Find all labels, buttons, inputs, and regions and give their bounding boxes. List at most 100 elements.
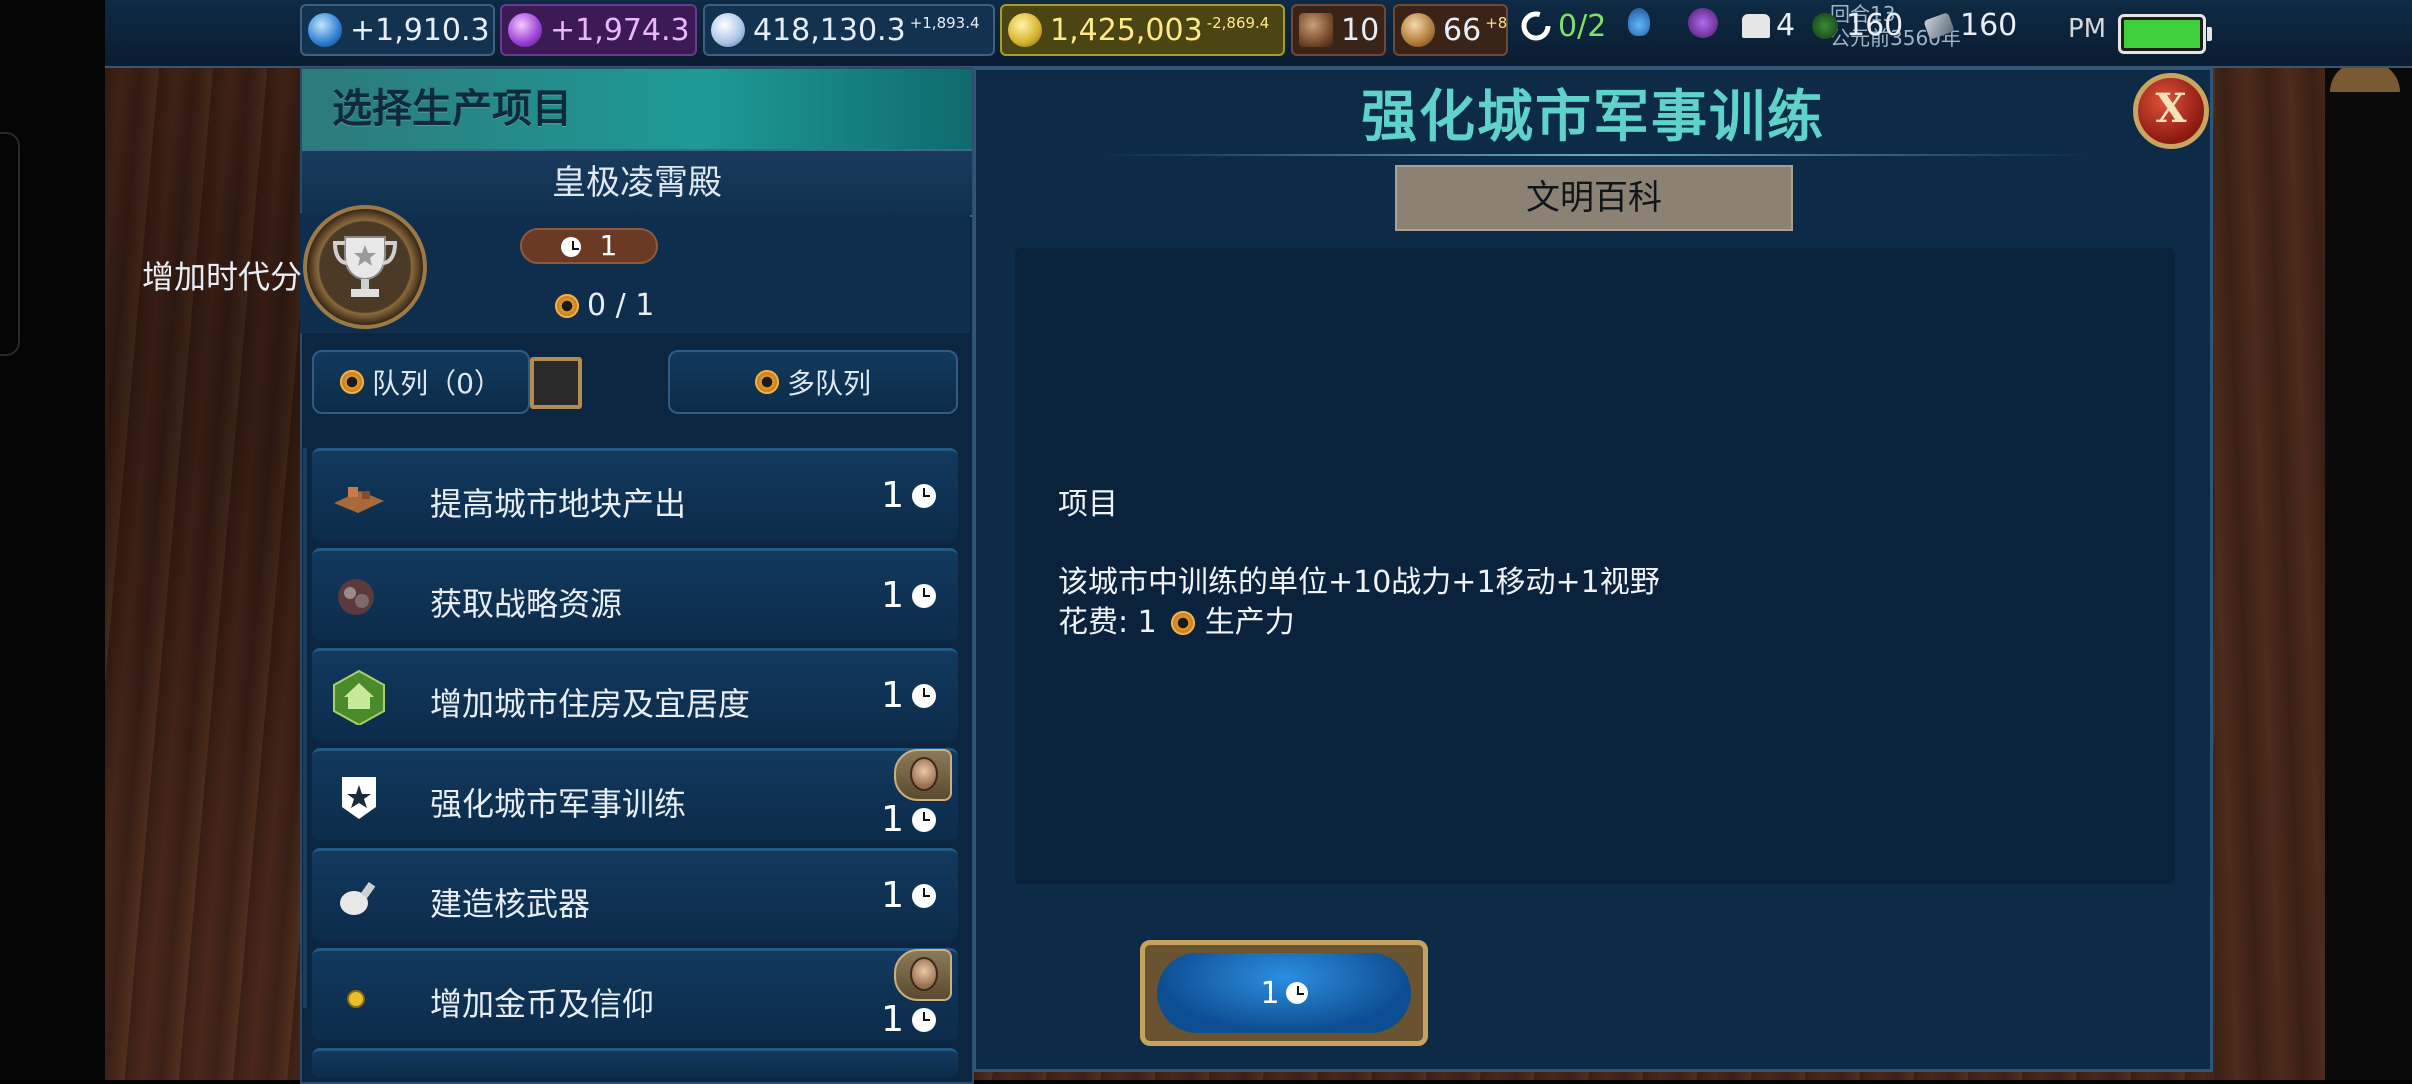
gold-coin-icon (347, 990, 365, 1008)
faith-icon (711, 13, 745, 47)
clock-icon (1285, 982, 1308, 1004)
detail-title: 强化城市军事训练 (1361, 85, 1825, 150)
clock-icon (912, 683, 936, 708)
project-item-partial[interactable] (312, 1048, 958, 1078)
turns-value: 1 (881, 675, 904, 716)
military-training-icon (342, 777, 376, 819)
title-divider (1100, 154, 2090, 156)
project-name: 增加城市住房及宜居度 (430, 685, 751, 723)
project-category: 项目 (1058, 487, 1118, 522)
production-panel-title: 选择生产项目 (302, 69, 972, 149)
civilopedia-button[interactable]: 文明百科 (1395, 165, 1793, 231)
multi-queue-button[interactable]: 多队列 (668, 350, 958, 414)
project-turns: 1 (881, 575, 936, 616)
units-resource[interactable]: 4 (1742, 8, 1795, 43)
housing-icon (333, 669, 385, 725)
clock-icon (912, 883, 936, 908)
project-item-gold-faith[interactable]: 增加金币及信仰 1 (312, 948, 958, 1041)
strategic-resource-2[interactable]: 160 (1923, 8, 2017, 43)
trade-route-icon (1299, 13, 1333, 47)
faith-resource[interactable]: 418,130.3 +1,893.4 (703, 4, 995, 56)
project-name: 提高城市地块产出 (430, 485, 687, 523)
project-effect: 该城市中训练的单位+10战力+1移动+1视野 (1058, 565, 1660, 600)
science-icon (308, 13, 342, 47)
battery-icon (2118, 14, 2212, 54)
strategic-resource-1[interactable]: 160 (1812, 8, 1903, 43)
gold-icon (1008, 13, 1042, 47)
project-item-strategic-resource[interactable]: 获取战略资源 1 (312, 548, 958, 641)
iron-icon (1923, 11, 1955, 40)
culture-value: +1,974.3 (550, 12, 690, 48)
production-icon (340, 370, 365, 394)
tile-yield-icon (334, 487, 384, 513)
turns-value: 1 (881, 999, 904, 1040)
turns-value: 1 (881, 575, 904, 616)
gold-resource[interactable]: 1,425,003 -2,869.4 (1000, 4, 1285, 56)
system-clock: PM (2068, 14, 2107, 44)
units-icon (1742, 13, 1770, 38)
science-value: +1,910.3 (350, 12, 490, 48)
clock-icon (912, 483, 936, 508)
advisor-portrait-icon (894, 949, 952, 1001)
clock-icon (560, 237, 581, 257)
project-turns: 1 (881, 999, 936, 1040)
project-item-military-training[interactable]: 强化城市军事训练 1 (312, 748, 958, 841)
turns-value: 1 (881, 875, 904, 916)
produce-button-inner: 1 (1157, 953, 1411, 1033)
project-turns: 1 (881, 875, 936, 916)
culture-resource[interactable]: +1,974.3 (500, 4, 697, 56)
tourism-icon (1401, 13, 1435, 47)
project-cost: 花费: 1 生产力 (1058, 603, 1660, 643)
project-name: 增加金币及信仰 (430, 985, 655, 1023)
project-name: 获取战略资源 (430, 585, 623, 623)
current-progress: 0 / 1 (555, 288, 654, 323)
queue-button[interactable]: 队列（0） (312, 350, 530, 414)
city-name[interactable]: 皇极凌霄殿 (302, 149, 972, 217)
strategic-resource-icon (338, 579, 374, 615)
production-icon (1170, 611, 1195, 635)
current-turns: 1 (599, 229, 618, 262)
close-button[interactable]: X (2133, 73, 2209, 149)
advisor-portrait-icon (894, 749, 952, 801)
project-name: 强化城市军事训练 (430, 785, 687, 823)
science-resource[interactable]: +1,910.3 (300, 4, 495, 56)
queue-checkbox[interactable] (530, 357, 582, 409)
tourism-delta: +8 (1485, 14, 1508, 32)
great-people-resource[interactable] (1688, 8, 1718, 38)
governor-value: 0/2 (1558, 8, 1607, 44)
turns-value: 1 (881, 475, 904, 516)
units-value: 4 (1776, 8, 1796, 43)
gold-delta: -2,869.4 (1206, 14, 1270, 32)
envoy-icon (1628, 8, 1650, 36)
faith-delta: +1,893.4 (909, 14, 980, 32)
produce-turns: 1 (1260, 975, 1280, 1011)
cost-suffix: 生产力 (1204, 605, 1295, 640)
gold-value: 1,425,003 (1050, 12, 1203, 48)
queue-label: 队列（0） (372, 367, 502, 400)
faith-value: 418,130.3 (753, 12, 906, 48)
turns-value: 1 (881, 799, 904, 840)
project-turns: 1 (881, 675, 936, 716)
tourism-resource[interactable]: 66 +8 (1393, 4, 1508, 56)
trade-route-resource[interactable]: 10 (1291, 4, 1386, 56)
niter-icon (1812, 12, 1838, 39)
project-item-tile-yield[interactable]: 提高城市地块产出 1 (312, 448, 958, 541)
produce-button[interactable]: 1 (1140, 940, 1428, 1046)
project-item-nuclear[interactable]: 建造核武器 1 (312, 848, 958, 941)
clock-icon (912, 807, 936, 832)
cost-prefix: 花费: 1 (1058, 605, 1157, 640)
project-item-housing[interactable]: 增加城市住房及宜居度 1 (312, 648, 958, 741)
list-scrollbar[interactable] (303, 448, 307, 1008)
trophy-icon (303, 205, 427, 329)
trade-route-value: 10 (1341, 12, 1380, 48)
description-text: 项目 该城市中训练的单位+10战力+1移动+1视野 花费: 1 生产力 (1058, 485, 1660, 643)
current-progress-value: 0 / 1 (587, 288, 655, 323)
tourism-value: 66 (1443, 12, 1482, 48)
current-project-name: 增加时代分 (142, 258, 303, 296)
production-icon (555, 293, 579, 318)
governor-resource[interactable]: 0/2 (1518, 8, 1606, 44)
multi-queue-label: 多队列 (786, 367, 871, 400)
clock-icon (912, 583, 936, 608)
envoy-resource[interactable] (1628, 8, 1650, 36)
system-edge-tab[interactable] (0, 132, 20, 356)
